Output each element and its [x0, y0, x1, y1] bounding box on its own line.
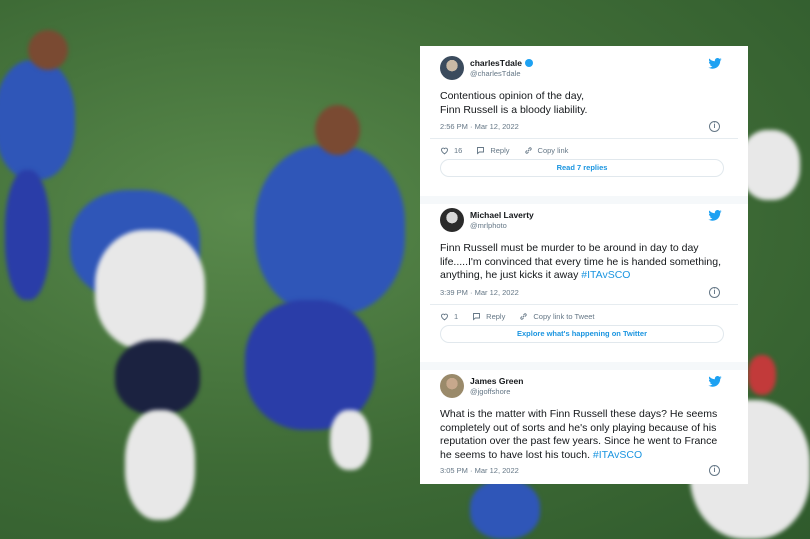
tweet-2: Michael Laverty @mrlphoto Finn Russell m…: [430, 206, 738, 356]
tweet-text: What is the matter with Finn Russell the…: [440, 408, 730, 462]
tweet-text: Contentious opinion of the day, Finn Rus…: [440, 90, 588, 116]
author-name-text: charlesTdale: [470, 58, 522, 68]
reply-label: Reply: [486, 312, 506, 321]
player-legs: [5, 170, 50, 300]
player-head: [28, 30, 68, 70]
twitter-bird-icon[interactable]: [708, 376, 722, 387]
like-count: 16: [454, 146, 463, 155]
player-red-cap: [748, 355, 776, 395]
info-icon[interactable]: i: [709, 465, 720, 476]
hashtag-link[interactable]: #ITAvSCO: [593, 449, 642, 461]
like-button[interactable]: 16: [440, 146, 462, 155]
tweet-gap: [420, 362, 748, 370]
player-head-center: [315, 105, 360, 155]
reply-button[interactable]: Reply: [476, 146, 510, 155]
reply-icon: [473, 313, 481, 321]
divider: [430, 138, 738, 139]
tweet-timestamp[interactable]: 3:39 PM · Mar 12, 2022: [440, 288, 519, 297]
link-icon: [524, 147, 532, 154]
info-icon[interactable]: i: [709, 121, 720, 132]
player-boot: [330, 410, 370, 470]
info-icon[interactable]: i: [709, 287, 720, 298]
player-blue-center: [255, 145, 405, 315]
tweet-actions: 1 Reply Copy link to Tweet: [440, 312, 609, 321]
avatar[interactable]: [440, 374, 464, 398]
tweets-card: charlesTdale @charlesTdale Contentious o…: [420, 46, 748, 484]
twitter-bird-icon[interactable]: [708, 210, 722, 221]
player-white-shirt: [95, 230, 205, 350]
heart-icon: [441, 147, 448, 155]
player-socks: [125, 410, 195, 520]
heart-icon: [441, 313, 448, 321]
author-handle[interactable]: @charlesTdale: [470, 69, 521, 78]
copy-link-label: Copy link: [537, 146, 569, 155]
hashtag-link[interactable]: #ITAvSCO: [581, 269, 630, 281]
author-handle[interactable]: @jgoffshore: [470, 387, 510, 396]
copy-link-button[interactable]: Copy link to Tweet: [519, 312, 595, 321]
tweet-text-body: What is the matter with Finn Russell the…: [440, 408, 718, 461]
tweet-3: James Green @jgoffshore What is the matt…: [430, 372, 738, 482]
author-name[interactable]: James Green: [470, 376, 523, 386]
author-handle[interactable]: @mrlphoto: [470, 221, 507, 230]
player-white-right: [740, 130, 800, 200]
copy-link-label: Copy link to Tweet: [533, 312, 595, 321]
reply-button[interactable]: Reply: [472, 312, 505, 321]
tweet-actions: 16 Reply Copy link: [440, 146, 582, 155]
explore-twitter-button[interactable]: Explore what's happening on Twitter: [440, 325, 724, 343]
player-blue-left: [0, 60, 75, 180]
tweet-text: Finn Russell must be murder to be around…: [440, 242, 730, 283]
author-name[interactable]: charlesTdale: [470, 58, 533, 68]
player-navy-shorts: [115, 340, 200, 415]
avatar[interactable]: [440, 208, 464, 232]
reply-label: Reply: [490, 146, 510, 155]
player-blue-bottom: [470, 480, 540, 539]
tweet-timestamp[interactable]: 3:05 PM · Mar 12, 2022: [440, 466, 519, 475]
avatar[interactable]: [440, 56, 464, 80]
reply-icon: [477, 147, 485, 155]
divider: [430, 304, 738, 305]
tweet-gap: [420, 196, 748, 204]
verified-badge-icon: [524, 59, 533, 67]
like-count: 1: [454, 312, 459, 321]
twitter-bird-icon[interactable]: [708, 58, 722, 69]
tweet-timestamp[interactable]: 2:56 PM · Mar 12, 2022: [440, 122, 519, 131]
like-button[interactable]: 1: [440, 312, 458, 321]
copy-link-button[interactable]: Copy link: [524, 146, 569, 155]
link-icon: [520, 313, 528, 320]
tweet-1: charlesTdale @charlesTdale Contentious o…: [430, 54, 738, 194]
author-name[interactable]: Michael Laverty: [470, 210, 534, 220]
read-replies-button[interactable]: Read 7 replies: [440, 159, 724, 177]
